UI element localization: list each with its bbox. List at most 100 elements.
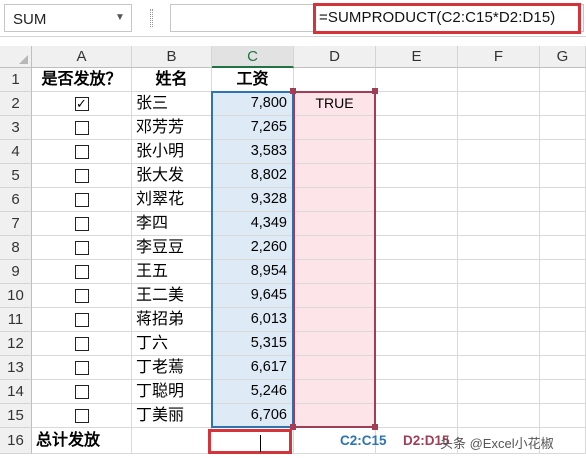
empty-cell[interactable] [458,140,540,164]
empty-cell[interactable] [458,236,540,260]
empty-cell[interactable] [376,260,458,284]
select-all-corner[interactable] [0,46,32,68]
salary-cell[interactable]: 6,706 [212,404,294,428]
row-header-10[interactable]: 10 [0,284,32,308]
checkbox-unchecked[interactable] [74,384,89,399]
chevron-down-icon[interactable]: ▼ [113,11,127,25]
empty-cell[interactable] [376,116,458,140]
empty-cell[interactable] [458,380,540,404]
empty-cell[interactable] [540,260,586,284]
formula-input[interactable]: =SUMPRODUCT(C2:C15*D2:D15) [313,3,581,34]
empty-cell[interactable] [458,212,540,236]
empty-cell[interactable] [458,68,540,92]
name-cell[interactable]: 王二美 [132,284,212,308]
row-header-15[interactable]: 15 [0,404,32,428]
salary-cell[interactable]: 8,802 [212,164,294,188]
checkbox-unchecked[interactable] [74,288,89,303]
column-header-d[interactable]: D [294,46,376,68]
checkbox-unchecked[interactable] [74,192,89,207]
active-cell-c16[interactable] [208,429,292,454]
empty-cell[interactable] [540,140,586,164]
row-header-1[interactable]: 1 [0,68,32,92]
header-cell-c1[interactable]: 工资 [212,68,294,92]
empty-cell[interactable] [540,308,586,332]
empty-cell[interactable] [376,188,458,212]
range-resize-handle[interactable] [372,424,378,430]
column-header-b[interactable]: B [132,46,212,68]
name-cell[interactable]: 丁六 [132,332,212,356]
empty-cell[interactable] [458,356,540,380]
empty-cell[interactable] [540,164,586,188]
row-header-12[interactable]: 12 [0,332,32,356]
name-cell[interactable]: 张三 [132,92,212,116]
salary-cell[interactable]: 9,328 [212,188,294,212]
header-cell-a1[interactable]: 是否发放？ [32,68,132,92]
empty-cell[interactable] [540,68,586,92]
empty-cell[interactable] [376,164,458,188]
salary-cell[interactable]: 7,265 [212,116,294,140]
checkbox-cell[interactable] [32,260,132,284]
checkbox-cell[interactable] [32,380,132,404]
empty-cell[interactable] [540,92,586,116]
checkbox-unchecked[interactable] [74,144,89,159]
empty-cell[interactable] [458,188,540,212]
empty-cell[interactable] [458,116,540,140]
range-resize-handle[interactable] [290,88,296,94]
name-cell[interactable]: 蒋招弟 [132,308,212,332]
salary-cell[interactable]: 9,645 [212,284,294,308]
row-header-14[interactable]: 14 [0,380,32,404]
empty-cell[interactable] [294,68,376,92]
empty-cell[interactable] [540,380,586,404]
empty-cell[interactable] [376,284,458,308]
salary-cell[interactable]: 5,315 [212,332,294,356]
name-cell[interactable]: 丁美丽 [132,404,212,428]
row-header-9[interactable]: 9 [0,260,32,284]
salary-cell[interactable]: 7,800 [212,92,294,116]
column-header-f[interactable]: F [458,46,540,68]
checkbox-checked[interactable]: ✓ [74,96,89,111]
name-cell[interactable]: 刘翠花 [132,188,212,212]
checkbox-cell[interactable] [32,284,132,308]
row-header-11[interactable]: 11 [0,308,32,332]
row-header-5[interactable]: 5 [0,164,32,188]
empty-cell[interactable] [376,140,458,164]
empty-cell[interactable] [540,236,586,260]
status-cell[interactable]: TRUE [294,92,376,116]
row-header-16[interactable]: 16 [0,428,32,454]
status-cell[interactable] [294,404,376,428]
empty-cell[interactable] [376,380,458,404]
empty-cell[interactable] [458,164,540,188]
empty-cell[interactable] [540,284,586,308]
status-cell[interactable] [294,236,376,260]
empty-cell[interactable] [376,356,458,380]
row-header-8[interactable]: 8 [0,236,32,260]
empty-cell[interactable] [376,236,458,260]
empty-cell[interactable] [376,212,458,236]
empty-cell[interactable] [458,260,540,284]
name-cell[interactable]: 丁老蔫 [132,356,212,380]
checkbox-cell[interactable] [32,404,132,428]
name-cell[interactable]: 丁聪明 [132,380,212,404]
checkbox-unchecked[interactable] [74,120,89,135]
range-resize-handle[interactable] [372,88,378,94]
empty-cell[interactable] [132,428,212,454]
status-cell[interactable] [294,332,376,356]
checkbox-cell[interactable] [32,356,132,380]
total-label-cell[interactable]: 总计发放 [32,428,132,454]
name-cell[interactable]: 张小明 [132,140,212,164]
row-header-7[interactable]: 7 [0,212,32,236]
column-header-g[interactable]: G [540,46,586,68]
empty-cell[interactable] [376,92,458,116]
status-cell[interactable] [294,188,376,212]
empty-cell[interactable] [540,332,586,356]
checkbox-cell[interactable]: ✓ [32,92,132,116]
salary-cell[interactable]: 4,349 [212,212,294,236]
empty-cell[interactable] [376,404,458,428]
header-cell-b1[interactable]: 姓名 [132,68,212,92]
row-header-4[interactable]: 4 [0,140,32,164]
empty-cell[interactable] [540,188,586,212]
checkbox-cell[interactable] [32,212,132,236]
status-cell[interactable] [294,284,376,308]
checkbox-cell[interactable] [32,308,132,332]
empty-cell[interactable] [458,92,540,116]
